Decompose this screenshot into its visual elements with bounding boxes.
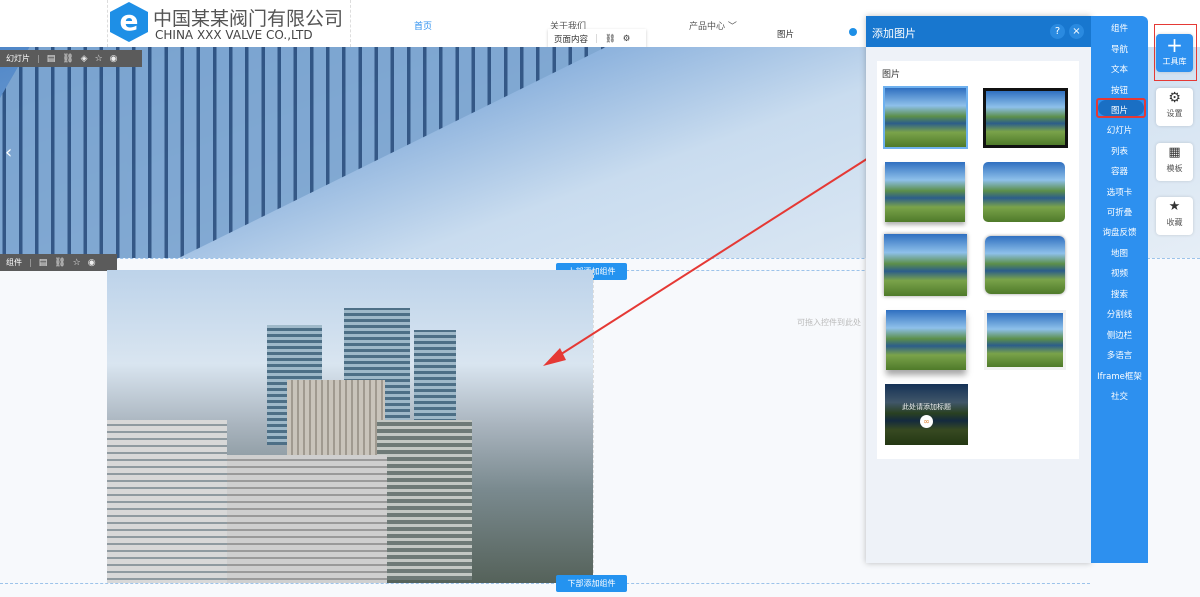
settings-label: 设置 — [1166, 109, 1183, 118]
category-item[interactable]: 图片 — [1091, 104, 1148, 116]
category-item[interactable]: 社交 — [1091, 390, 1148, 402]
templates-label: 模板 — [1166, 164, 1183, 173]
panel-title: 添加图片 — [872, 27, 916, 40]
add-image-panel: 添加图片 ? × 图片 此处请添加标题 ∞ — [866, 16, 1091, 563]
image-style-7[interactable] — [886, 310, 966, 370]
category-item[interactable]: 幻灯片 — [1091, 124, 1148, 136]
plus-icon: + — [1166, 33, 1183, 57]
image-gallery: 图片 此处请添加标题 ∞ — [877, 61, 1079, 459]
category-item[interactable]: 选项卡 — [1091, 186, 1148, 198]
category-item[interactable]: 搜索 — [1091, 288, 1148, 300]
gears-icon: ⚙ — [1168, 90, 1181, 106]
category-item[interactable]: 询盘反馈 — [1091, 226, 1148, 238]
category-item[interactable]: 按钮 — [1091, 84, 1148, 96]
category-item[interactable]: 可折叠 — [1091, 206, 1148, 218]
link-icon: ∞ — [920, 415, 933, 428]
image-style-4[interactable] — [983, 162, 1065, 222]
image-style-6[interactable] — [985, 236, 1065, 294]
category-item[interactable]: 多语言 — [1091, 349, 1148, 361]
component-category-nav: 组件导航文本按钮图片幻灯片列表容器选项卡可折叠询盘反馈地图视频搜索分割线侧边栏多… — [1091, 16, 1148, 563]
category-item[interactable]: 组件 — [1091, 22, 1148, 34]
panel-header: 添加图片 ? × — [866, 16, 1091, 47]
image-style-3[interactable] — [885, 162, 965, 222]
image-style-2[interactable] — [983, 88, 1068, 148]
caption-card-text: 此处请添加标题 — [902, 403, 951, 411]
category-item[interactable]: 容器 — [1091, 165, 1148, 177]
toolbox-label: 工具库 — [1162, 57, 1187, 66]
settings-button[interactable]: ⚙ 设置 — [1156, 88, 1193, 126]
category-item[interactable]: 导航 — [1091, 43, 1148, 55]
category-item[interactable]: 列表 — [1091, 145, 1148, 157]
star-icon: ★ — [1168, 199, 1181, 214]
section-label: 图片 — [882, 70, 901, 80]
category-item[interactable]: 分割线 — [1091, 308, 1148, 320]
category-item[interactable]: 文本 — [1091, 63, 1148, 75]
category-item[interactable]: 视频 — [1091, 267, 1148, 279]
image-style-5[interactable] — [884, 234, 967, 296]
toolbox-button[interactable]: + 工具库 — [1156, 34, 1193, 72]
category-item[interactable]: 侧边栏 — [1091, 329, 1148, 341]
close-icon[interactable]: × — [1069, 24, 1084, 39]
image-style-8[interactable] — [984, 310, 1066, 370]
category-item[interactable]: 地图 — [1091, 247, 1148, 259]
templates-button[interactable]: ▦ 模板 — [1156, 143, 1193, 181]
help-icon[interactable]: ? — [1050, 24, 1065, 39]
favorites-label: 收藏 — [1166, 218, 1183, 227]
category-item[interactable]: Iframe框架 — [1091, 370, 1148, 382]
favorites-button[interactable]: ★ 收藏 — [1156, 197, 1193, 235]
image-style-1[interactable] — [882, 85, 969, 150]
grid-icon: ▦ — [1168, 145, 1181, 160]
